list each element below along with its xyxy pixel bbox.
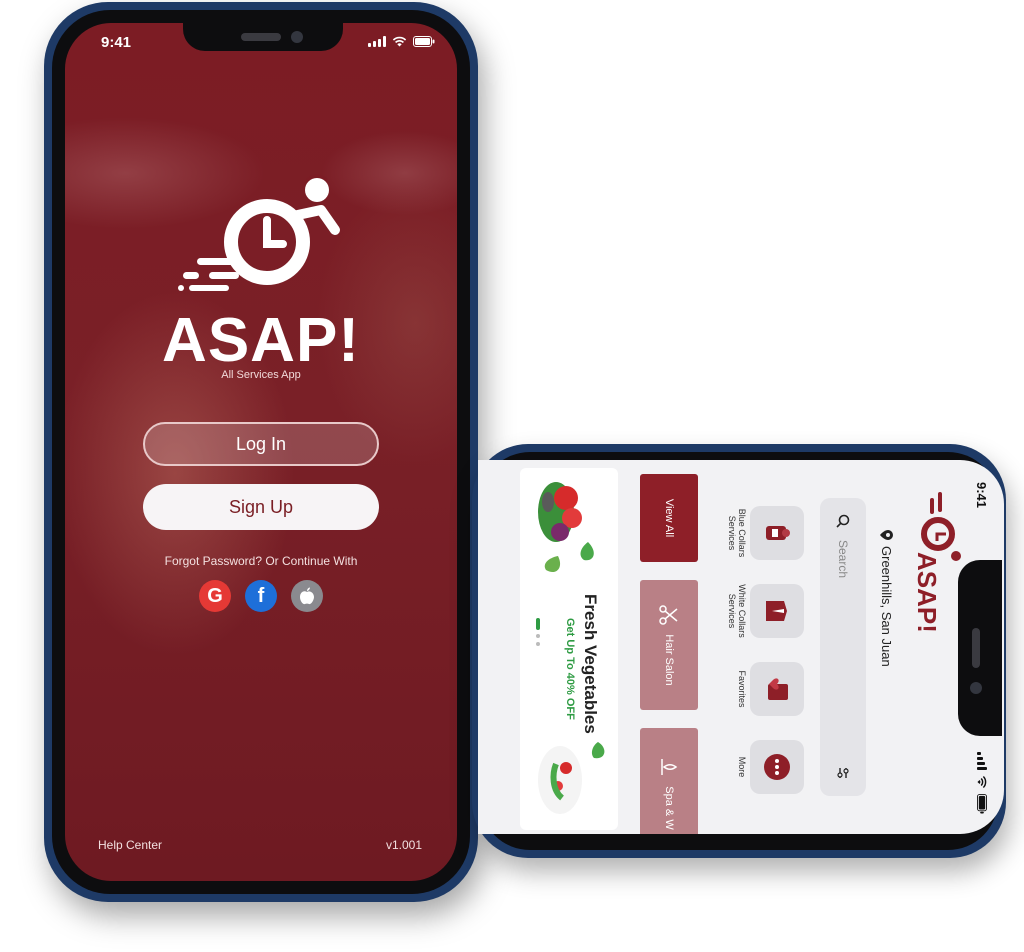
search-input[interactable]: Search (836, 540, 850, 766)
battery-icon (977, 794, 988, 814)
apple-icon[interactable] (291, 580, 323, 612)
login-screen: 9:41 ASAP! All Services App Log In Sign … (65, 23, 457, 881)
category-label: More (737, 756, 747, 778)
vegetables-image-icon (538, 482, 594, 573)
spa-label: Spa & W (663, 786, 675, 830)
category-row: Blue Collars Services White Collars Serv… (726, 500, 804, 800)
uniform-icon (766, 526, 790, 540)
home-screen: 9:41 ASAP! Greenhills, San Juan Search B… (478, 460, 1004, 834)
asap-logo-icon (178, 174, 340, 291)
app-tagline: All Services App (221, 369, 301, 381)
banner-subtitle: Get Up To 40% OFF (564, 618, 576, 720)
spa-tile[interactable]: Spa & W (640, 728, 698, 834)
notch (958, 560, 1002, 736)
version-label: v1.001 (385, 838, 422, 852)
category-label: Favorites (737, 670, 747, 708)
favorites-icon (768, 678, 788, 700)
category-label: Blue Collars Services (727, 508, 747, 558)
facebook-icon[interactable]: f (245, 580, 277, 612)
signal-icon (368, 36, 386, 47)
banner-title: Fresh Vegetables (581, 594, 600, 734)
spa-icon (661, 759, 678, 776)
category-white-collars[interactable]: White Collars Services (726, 578, 804, 644)
salad-image-icon (538, 742, 605, 814)
hair-salon-label: Hair Salon (663, 634, 675, 686)
wifi-icon (392, 36, 407, 47)
scissors-icon (659, 605, 678, 626)
filter-icon[interactable] (836, 766, 850, 780)
google-icon[interactable]: G (199, 580, 231, 612)
front-camera (970, 682, 982, 694)
signup-button[interactable]: Sign Up (143, 484, 379, 530)
wifi-icon (977, 775, 987, 789)
login-button[interactable]: Log In (143, 422, 379, 466)
battery-icon (413, 36, 435, 47)
help-center-link[interactable]: Help Center (98, 838, 162, 852)
view-all-button[interactable]: View All (640, 474, 698, 562)
forgot-password-link[interactable]: Forgot Password? Or Continue With (65, 554, 457, 568)
carousel-dots (536, 618, 540, 646)
speaker-grille (972, 628, 980, 668)
location-text: Greenhills, San Juan (879, 546, 894, 667)
phone-portrait: 9:41 ASAP! All Services App Log In Sign … (44, 2, 478, 902)
search-icon (836, 514, 850, 528)
status-time: 9:41 (101, 34, 132, 51)
home-screen-content: 9:41 ASAP! Greenhills, San Juan Search B… (478, 460, 1004, 834)
status-time: 9:41 (974, 482, 989, 509)
search-bar[interactable]: Search (820, 498, 866, 796)
location-pin-icon (880, 530, 893, 540)
signal-icon (977, 752, 988, 770)
social-login-row: G f (65, 580, 457, 612)
status-bar: 9:41 (101, 34, 435, 54)
hair-salon-tile[interactable]: Hair Salon (640, 580, 698, 710)
app-title: ASAP! (162, 306, 360, 375)
asap-logo-icon: ASAP! (912, 492, 961, 632)
category-more[interactable]: More (726, 734, 804, 800)
more-icon (764, 754, 790, 780)
location-selector[interactable]: Greenhills, San Juan (879, 530, 894, 667)
service-tiles-row: View All Hair Salon Spa & W (638, 474, 698, 834)
category-label: White Collars Services (727, 584, 747, 638)
promo-banner[interactable]: Fresh Vegetables Get Up To 40% OFF (520, 468, 618, 830)
category-blue-collars[interactable]: Blue Collars Services (726, 500, 804, 566)
logo-wordmark: ASAP! (912, 552, 942, 632)
category-favorites[interactable]: Favorites (726, 656, 804, 722)
suit-icon (766, 601, 787, 621)
